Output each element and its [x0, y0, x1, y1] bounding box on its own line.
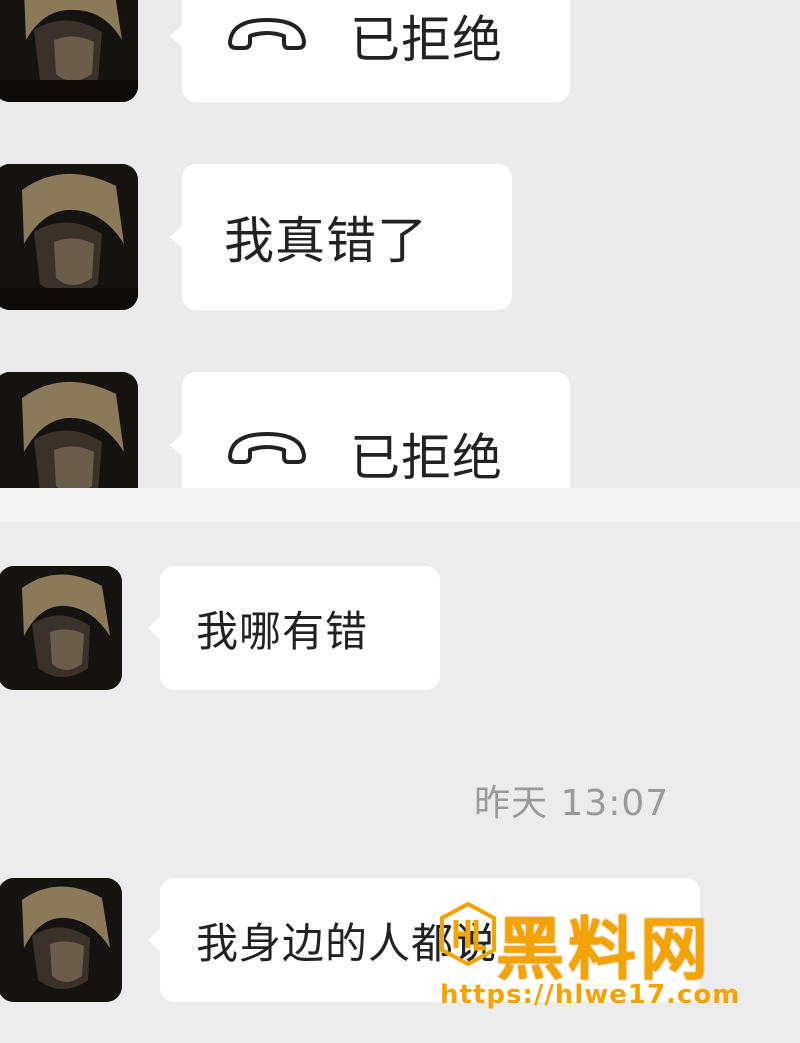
avatar[interactable]	[0, 566, 122, 690]
avatar-portrait-icon	[0, 566, 122, 690]
watermark-logo-icon	[440, 901, 496, 970]
avatar[interactable]	[0, 878, 122, 1002]
message-bubble-call[interactable]: 已拒绝	[170, 0, 570, 102]
message-text: 我真错了	[224, 212, 428, 270]
chat-panel-top: 已拒绝 我真错了 已拒绝	[0, 0, 800, 488]
phone-hangup-icon	[224, 14, 310, 58]
screenshot-divider	[0, 488, 800, 522]
message-bubble[interactable]: 我真错了	[170, 164, 512, 310]
message-bubble[interactable]: 我哪有错	[148, 566, 440, 690]
message-text: 已拒绝	[350, 11, 503, 69]
watermark-title: 黑料网	[496, 911, 713, 990]
message-bubble-call[interactable]: 已拒绝	[170, 372, 570, 488]
message-text: 已拒绝	[350, 429, 503, 487]
watermark-url: https://hlwe17.com	[440, 980, 741, 1010]
avatar-portrait-icon	[0, 372, 138, 488]
message-timestamp: 昨天 13:07	[474, 783, 670, 824]
avatar-portrait-icon	[0, 878, 122, 1002]
avatar[interactable]	[0, 372, 138, 488]
phone-hangup-icon	[224, 418, 310, 472]
avatar[interactable]	[0, 164, 138, 310]
avatar-portrait-icon	[0, 164, 138, 310]
avatar[interactable]	[0, 0, 138, 102]
message-text: 我哪有错	[196, 606, 369, 656]
watermark: 黑料网 https://hlwe17.com	[438, 898, 800, 1018]
avatar-portrait-icon	[0, 0, 138, 102]
